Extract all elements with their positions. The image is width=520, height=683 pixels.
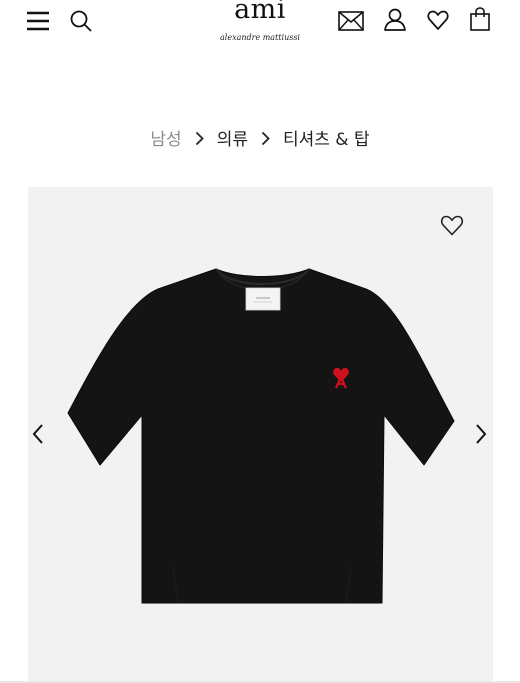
- product-image-tshirt: [66, 265, 458, 611]
- brand-logo[interactable]: ami alexandre mattiussi: [210, 0, 310, 43]
- chevron-right-icon: [195, 126, 204, 154]
- product-image-gallery: [28, 187, 493, 683]
- user-icon[interactable]: [383, 7, 407, 31]
- heart-outline-icon[interactable]: [440, 214, 464, 236]
- logo-wordmark: ami: [234, 0, 286, 25]
- breadcrumb: 남성 의류 티셔츠 & 탑: [0, 126, 520, 154]
- mail-icon[interactable]: [338, 10, 364, 32]
- search-icon[interactable]: [69, 9, 93, 33]
- breadcrumb-item-clothing[interactable]: 의류: [217, 130, 248, 150]
- heart-icon[interactable]: [427, 9, 449, 31]
- chevron-left-icon[interactable]: [31, 423, 45, 445]
- breadcrumb-item-men[interactable]: 남성: [150, 130, 181, 150]
- shopping-bag-icon[interactable]: [469, 7, 491, 31]
- menu-icon[interactable]: [27, 9, 50, 32]
- site-header: ami alexandre mattiussi: [0, 0, 520, 50]
- logo-tagline: alexandre mattiussi: [220, 33, 300, 42]
- chevron-right-icon: [261, 126, 270, 154]
- breadcrumb-item-tshirts-tops[interactable]: 티셔츠 & 탑: [283, 130, 370, 150]
- chevron-right-icon[interactable]: [474, 423, 488, 445]
